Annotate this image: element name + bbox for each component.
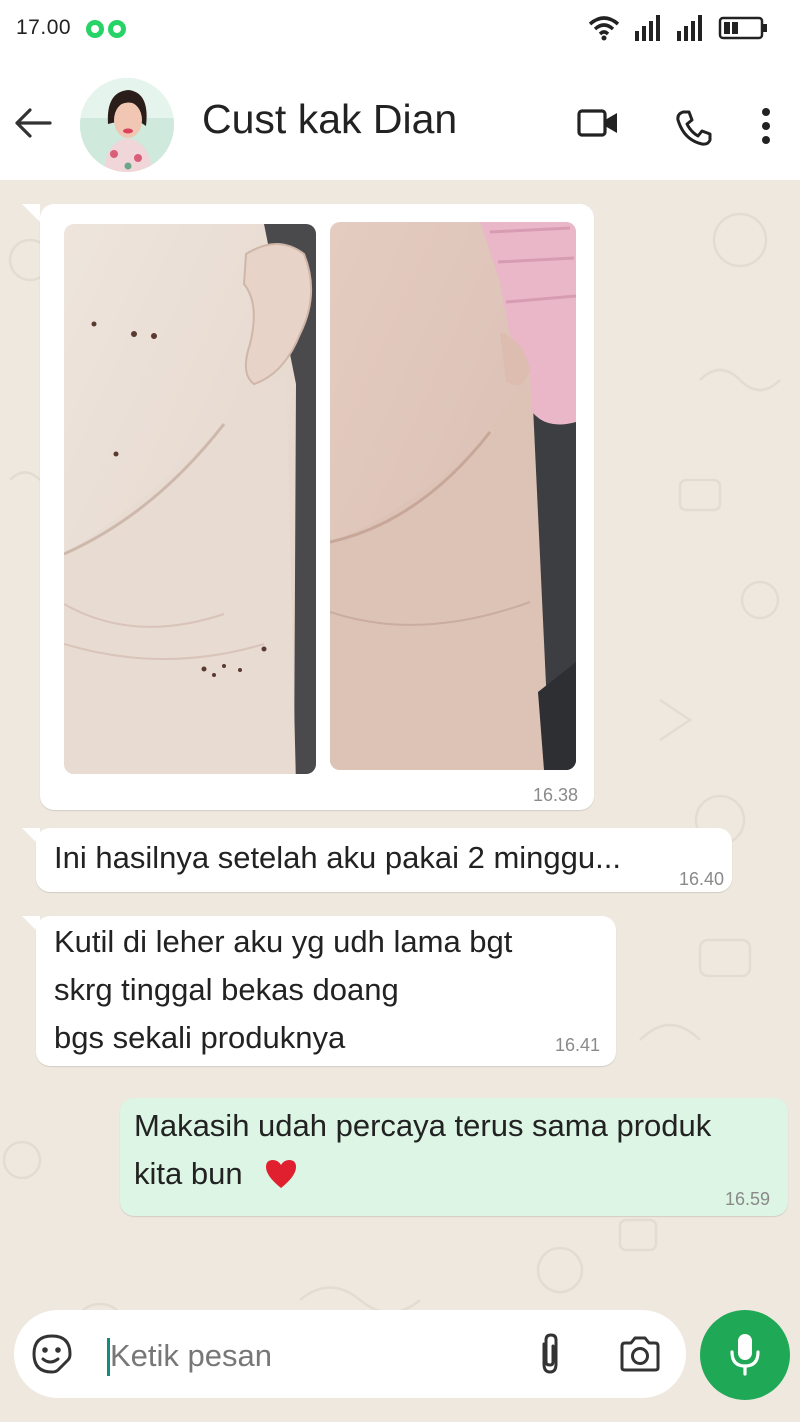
- wifi-icon: [588, 16, 620, 41]
- back-arrow-icon[interactable]: [12, 102, 54, 144]
- neck-before-photo[interactable]: [64, 224, 316, 774]
- message-text-line: kita bun: [134, 1156, 243, 1191]
- message-text-line: Makasih udah percaya terus sama produk: [134, 1108, 712, 1143]
- avatar[interactable]: [80, 78, 174, 172]
- video-call-icon[interactable]: [576, 106, 620, 140]
- attach-icon[interactable]: [534, 1332, 566, 1376]
- whatsapp-icon: [108, 20, 126, 38]
- chat-header: Cust kak Dian: [0, 58, 800, 180]
- neck-after-photo[interactable]: [330, 222, 576, 770]
- contact-name[interactable]: Cust kak Dian: [202, 96, 457, 143]
- signal-icon: [677, 15, 702, 41]
- phone-icon[interactable]: [674, 108, 714, 148]
- message-time: 16.38: [532, 785, 578, 805]
- signal-icon: [635, 15, 660, 41]
- message-text: Ini hasilnya setelah aku pakai 2 minggu.…: [54, 840, 621, 875]
- text-message-bubble[interactable]: Kutil di leher aku yg udh lama bgt skrg …: [36, 916, 616, 1066]
- camera-icon[interactable]: [618, 1334, 662, 1374]
- status-time: 17.00: [16, 16, 72, 39]
- outgoing-message-bubble[interactable]: Makasih udah percaya terus sama produk k…: [120, 1098, 788, 1216]
- heart-emoji: [266, 1160, 296, 1188]
- text-message-bubble[interactable]: Ini hasilnya setelah aku pakai 2 minggu.…: [36, 828, 732, 892]
- whatsapp-icon: [86, 20, 104, 38]
- bubble-tail: [22, 204, 40, 222]
- message-text-line: Kutil di leher aku yg udh lama bgt: [54, 924, 513, 959]
- status-bar: 17.00: [0, 0, 800, 58]
- battery-icon: [718, 16, 767, 40]
- message-time: 16.41: [554, 1035, 600, 1055]
- image-message-bubble[interactable]: 16.38: [40, 204, 594, 810]
- message-text-line: bgs sekali produknya: [54, 1020, 346, 1055]
- more-vert-icon[interactable]: [758, 106, 774, 146]
- message-time: 16.59: [724, 1189, 770, 1209]
- message-time: 16.40: [678, 869, 724, 889]
- mic-icon: [730, 1334, 760, 1376]
- emoji-sticker-icon[interactable]: [30, 1332, 74, 1376]
- chat-area[interactable]: 16.38 Ini hasilnya setelah aku pakai 2 m…: [0, 180, 800, 1422]
- message-input[interactable]: Ketik pesan: [110, 1338, 272, 1374]
- message-composer: Ketik pesan: [14, 1310, 686, 1398]
- mic-button[interactable]: [700, 1310, 790, 1400]
- message-text-line: skrg tinggal bekas doang: [54, 972, 399, 1007]
